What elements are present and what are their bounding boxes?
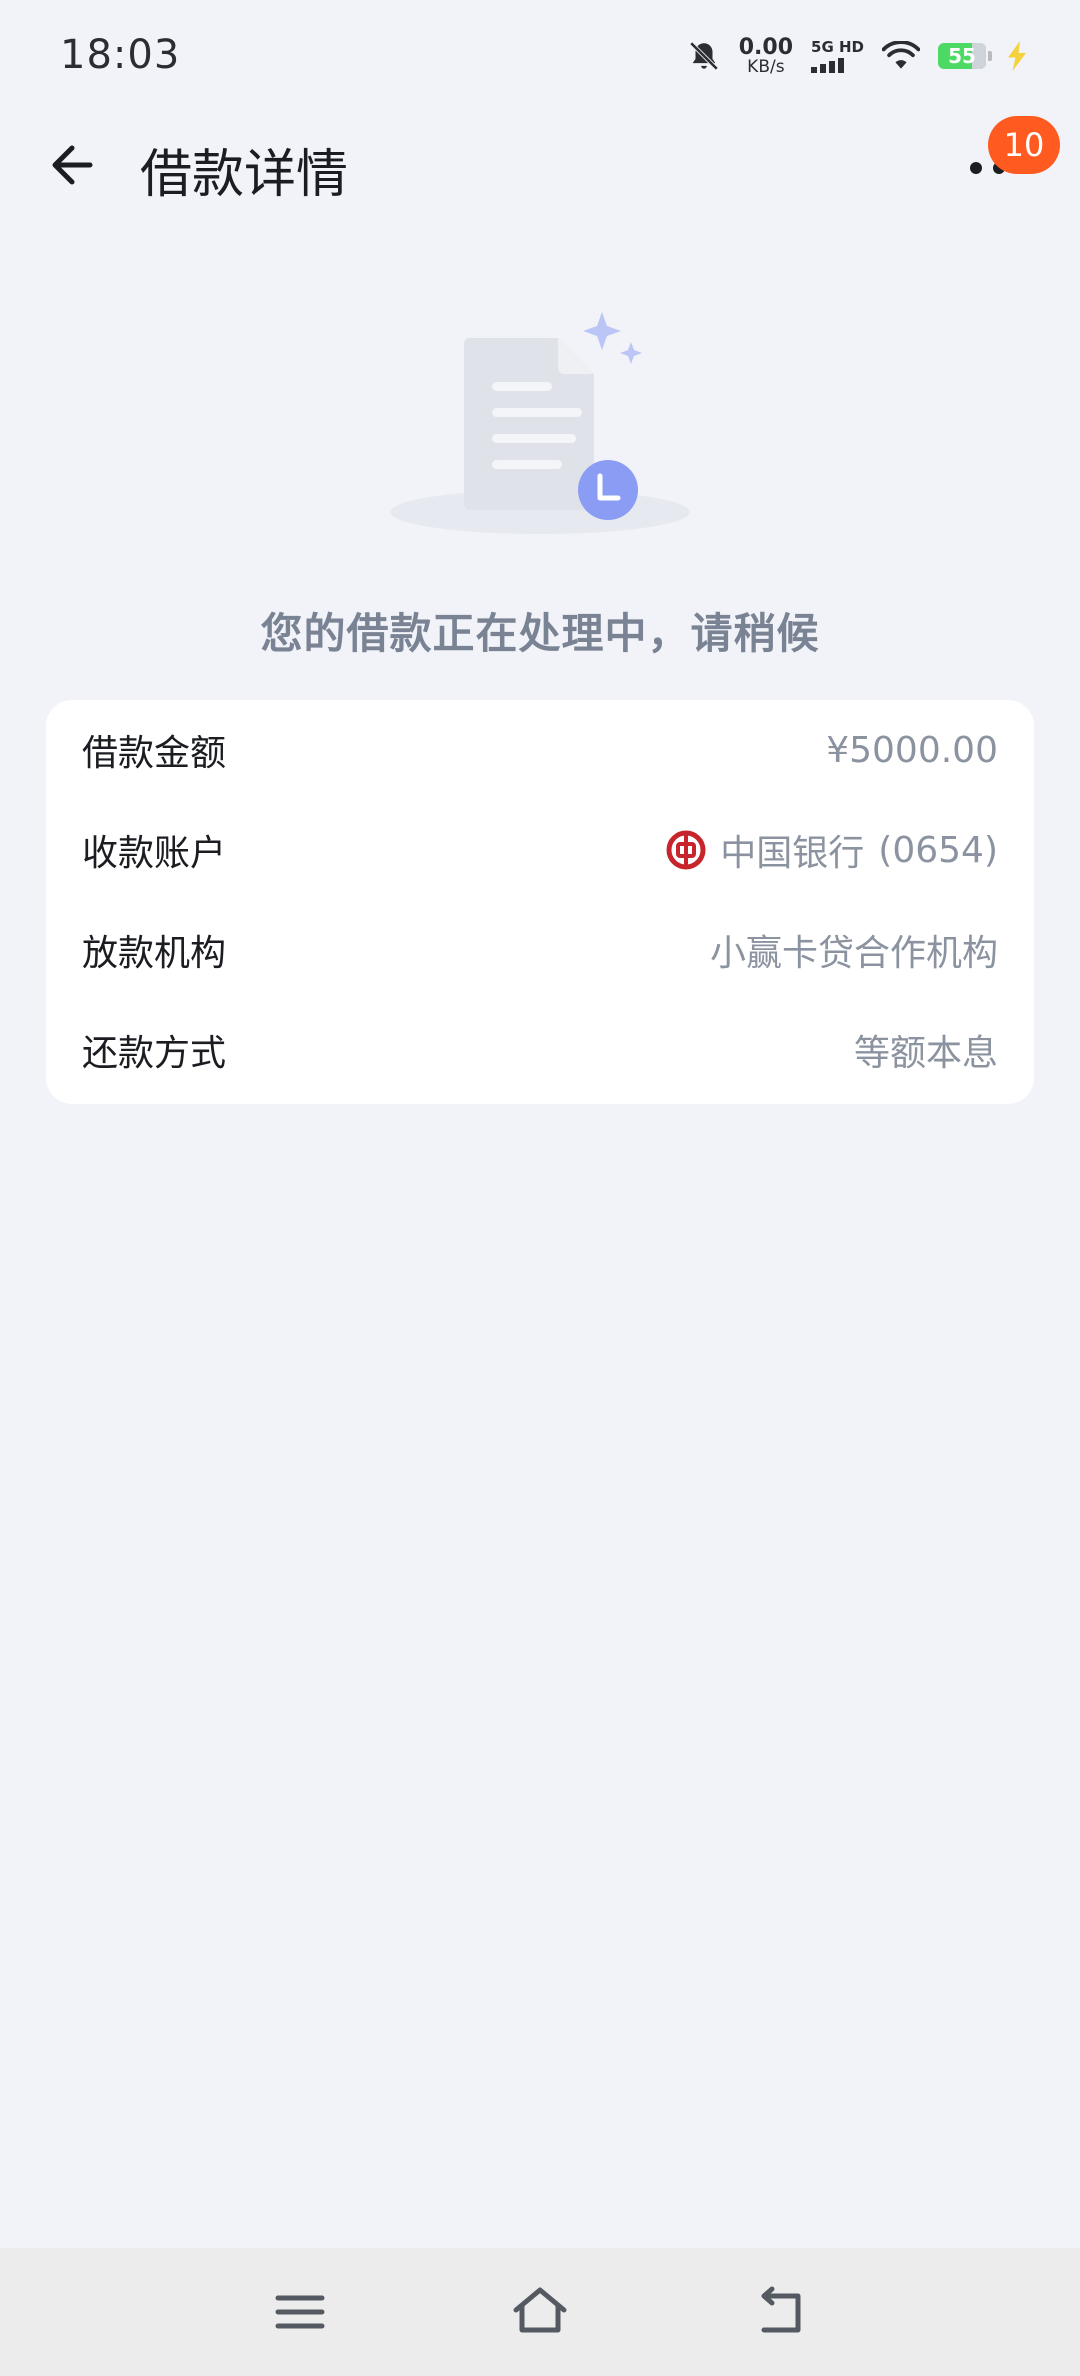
receiving-account-label: 收款账户 [82, 833, 227, 874]
net-speed-value: 0.00 [738, 34, 794, 60]
repayment-method-label: 还款方式 [82, 1033, 227, 1074]
processing-document-illustration [390, 312, 690, 534]
lender-value: 小赢卡贷合作机构 [709, 933, 998, 974]
more-button[interactable]: 10 [960, 116, 1060, 200]
back-button[interactable] [40, 130, 110, 200]
loan-amount-row: 借款金额 ¥5000.00 [46, 700, 1034, 800]
status-icons: 0.00 KB/s 5G HD 55 [687, 34, 1030, 78]
repayment-method-value: 等额本息 [853, 1033, 998, 1074]
charging-icon [1008, 41, 1026, 71]
loan-amount-label: 借款金额 [82, 733, 227, 774]
battery-icon: 55 [938, 43, 992, 69]
back-icon [761, 2286, 801, 2333]
net-speed: 0.00 KB/s [738, 34, 794, 77]
repayment-method-row: 还款方式 等额本息 [46, 1000, 1034, 1100]
nav-home-button[interactable] [510, 2282, 570, 2342]
processing-status-message: 您的借款正在处理中，请稍候 [260, 609, 820, 658]
loan-amount-value: ¥5000.00 [826, 729, 998, 771]
mute-icon [689, 41, 718, 71]
bank-name: 中国银行 [720, 833, 865, 874]
lender-label: 放款机构 [82, 933, 227, 974]
notification-badge: 10 [988, 116, 1060, 174]
status-time: 18:03 [60, 32, 181, 78]
system-nav-bar [0, 2248, 1080, 2376]
signal-icon: 5G HD [811, 37, 864, 73]
network-label: 5G HD [811, 37, 864, 56]
account-tail-number: (0654) [878, 829, 998, 871]
bank-of-china-icon [666, 830, 706, 870]
nav-back-button[interactable] [750, 2282, 810, 2342]
home-icon [513, 2287, 567, 2333]
nav-menu-button[interactable] [270, 2282, 330, 2342]
status-bar: 18:03 0.00 KB/s 5G HD 55 [0, 0, 1080, 110]
menu-icon [275, 2295, 325, 2329]
lender-row: 放款机构 小赢卡贷合作机构 [46, 900, 1034, 1000]
arrow-left-icon [52, 145, 93, 185]
top-app-bar: 借款详情 10 [0, 110, 1080, 220]
page-title: 借款详情 [140, 145, 349, 205]
battery-level: 55 [948, 44, 976, 68]
loan-details-card: 借款金额 ¥5000.00 收款账户 中国银行 (0654) 放款机构 小赢卡贷… [46, 700, 1034, 1104]
wifi-icon [882, 41, 920, 69]
receiving-account-row[interactable]: 收款账户 中国银行 (0654) [46, 800, 1034, 900]
net-speed-unit: KB/s [747, 56, 785, 77]
receiving-account-value: 中国银行 (0654) [666, 824, 998, 876]
